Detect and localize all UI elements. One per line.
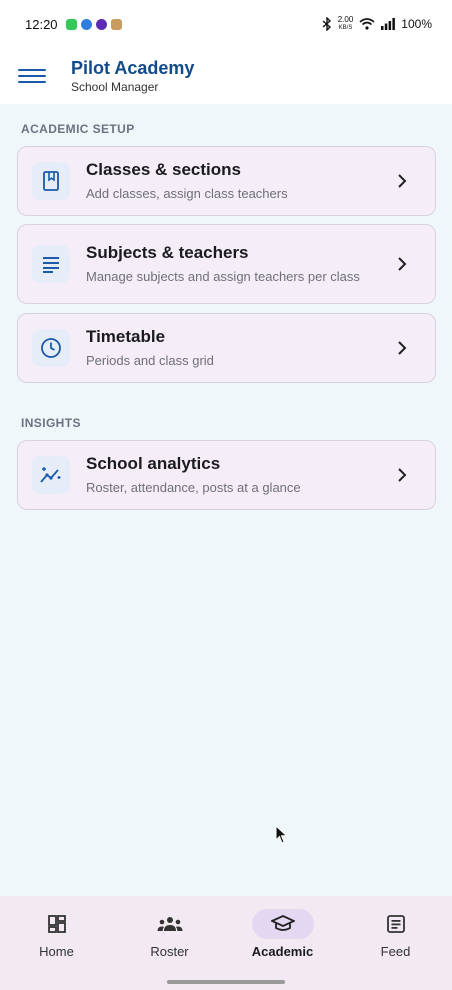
app-title-block: Pilot Academy School Manager xyxy=(71,57,194,95)
analytics-icon xyxy=(32,456,70,494)
subject-lines-icon xyxy=(32,245,70,283)
app-bar: Pilot Academy School Manager xyxy=(0,48,452,104)
card-title: Subjects & teachers xyxy=(86,243,249,262)
notification-app-icon xyxy=(80,18,92,30)
network-speed: 2.00 KB/S xyxy=(338,16,354,32)
nav-item-home[interactable]: Home xyxy=(0,896,113,990)
network-speed-unit: KB/S xyxy=(338,25,353,31)
network-speed-value: 2.00 xyxy=(337,15,354,24)
clock-icon xyxy=(32,329,70,367)
article-icon xyxy=(365,909,427,939)
nav-label-academic: Academic xyxy=(251,944,314,959)
nav-item-feed[interactable]: Feed xyxy=(339,896,452,990)
status-bar: 12:20 2.00 KB/S 100% xyxy=(0,0,452,48)
card-text: School analytics Roster, attendance, pos… xyxy=(86,453,435,497)
notification-icons xyxy=(65,18,122,30)
nav-label-roster: Roster xyxy=(150,944,189,959)
home-indicator[interactable] xyxy=(167,980,285,984)
mouse-cursor-icon xyxy=(275,825,288,844)
card-timetable[interactable]: Timetable Periods and class grid xyxy=(17,313,436,383)
card-school-analytics[interactable]: School analytics Roster, attendance, pos… xyxy=(17,440,436,510)
card-text: Subjects & teachers Manage subjects and … xyxy=(86,242,435,286)
menu-button[interactable] xyxy=(18,69,46,83)
card-text: Timetable Periods and class grid xyxy=(86,326,435,370)
status-time: 12:20 xyxy=(25,16,58,32)
wifi-icon xyxy=(359,18,375,30)
nav-label-home: Home xyxy=(39,944,74,959)
card-title: Classes & sections xyxy=(86,160,241,179)
menu-icon-line xyxy=(18,75,46,77)
card-title: Timetable xyxy=(86,327,166,346)
nav-item-roster[interactable]: Roster xyxy=(113,896,226,990)
section-label-insights: INSIGHTS xyxy=(21,416,81,430)
app-title: Pilot Academy xyxy=(71,58,195,78)
bluetooth-icon xyxy=(322,17,331,31)
chevron-right-icon xyxy=(398,257,407,271)
card-description: Roster, attendance, posts at a glance xyxy=(86,480,301,495)
nav-item-academic[interactable]: Academic xyxy=(226,896,339,990)
battery-level: 100% xyxy=(401,17,432,31)
notification-app-icon xyxy=(95,18,107,30)
section-label-academic-setup: ACADEMIC SETUP xyxy=(21,122,135,136)
dashboard-icon xyxy=(26,909,88,939)
card-classes-sections[interactable]: Classes & sections Add classes, assign c… xyxy=(17,146,436,216)
chevron-right-icon xyxy=(398,174,407,188)
signal-icon xyxy=(381,18,396,30)
chevron-right-icon xyxy=(398,468,407,482)
school-cap-icon xyxy=(251,909,314,939)
card-title: School analytics xyxy=(86,454,221,473)
card-text: Classes & sections Add classes, assign c… xyxy=(86,159,435,203)
group-icon xyxy=(139,909,201,939)
menu-icon-line xyxy=(18,81,46,83)
menu-icon xyxy=(18,69,46,71)
book-icon xyxy=(32,162,70,200)
card-description: Add classes, assign class teachers xyxy=(86,186,288,201)
nav-label-feed: Feed xyxy=(380,944,411,959)
notification-app-icon xyxy=(65,18,77,30)
card-description: Periods and class grid xyxy=(86,353,214,368)
status-indicators: 2.00 KB/S 100% xyxy=(322,16,432,32)
app-subtitle: School Manager xyxy=(71,80,159,94)
card-subjects-teachers[interactable]: Subjects & teachers Manage subjects and … xyxy=(17,224,436,304)
card-description: Manage subjects and assign teachers per … xyxy=(86,269,360,284)
chevron-right-icon xyxy=(398,341,407,355)
notification-app-icon xyxy=(110,18,122,30)
bottom-navigation: Home Roster Academic Feed xyxy=(0,896,452,990)
